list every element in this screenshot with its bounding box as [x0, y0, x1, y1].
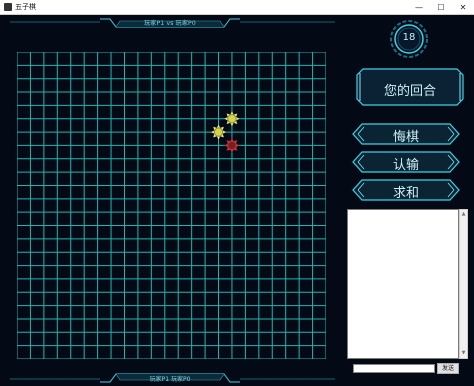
timer-value: 18 [402, 32, 416, 43]
app-icon [4, 3, 12, 11]
close-button[interactable]: ✕ [452, 0, 474, 14]
resign-label: 认输 [392, 158, 419, 173]
match-footer: 玩家P1 玩家P0 [149, 376, 191, 383]
minimize-button[interactable]: — [408, 0, 430, 14]
window-titlebar: 五子棋 — ☐ ✕ [0, 0, 474, 15]
header-line-right [240, 21, 335, 23]
undo-button[interactable]: 悔棋 [352, 123, 460, 145]
window-title: 五子棋 [15, 3, 36, 11]
stone-yellow [224, 111, 240, 127]
chat-input[interactable] [353, 364, 435, 373]
maximize-button[interactable]: ☐ [430, 0, 452, 14]
window-controls: — ☐ ✕ [408, 0, 474, 14]
footer-line-right [240, 378, 335, 380]
turn-label: 您的回合 [383, 84, 436, 99]
resign-button[interactable]: 认输 [352, 151, 460, 173]
scroll-up-icon[interactable]: ▲ [460, 210, 467, 219]
match-title: 玩家P1 vs 玩家P0 [144, 20, 196, 27]
chat-scrollbar[interactable]: ▲ ▼ [459, 209, 468, 359]
draw-button[interactable]: 求和 [352, 179, 460, 201]
header-line-left [10, 21, 100, 23]
send-button[interactable]: 发送 [437, 363, 459, 374]
scroll-down-icon[interactable]: ▼ [460, 349, 467, 358]
draw-label: 求和 [392, 186, 419, 201]
undo-label: 悔棋 [392, 130, 419, 145]
stone-red [224, 137, 240, 153]
chat-log[interactable] [347, 209, 459, 359]
stone-yellow [211, 124, 227, 140]
game-board[interactable] [17, 52, 326, 359]
footer-line-left [10, 378, 100, 380]
